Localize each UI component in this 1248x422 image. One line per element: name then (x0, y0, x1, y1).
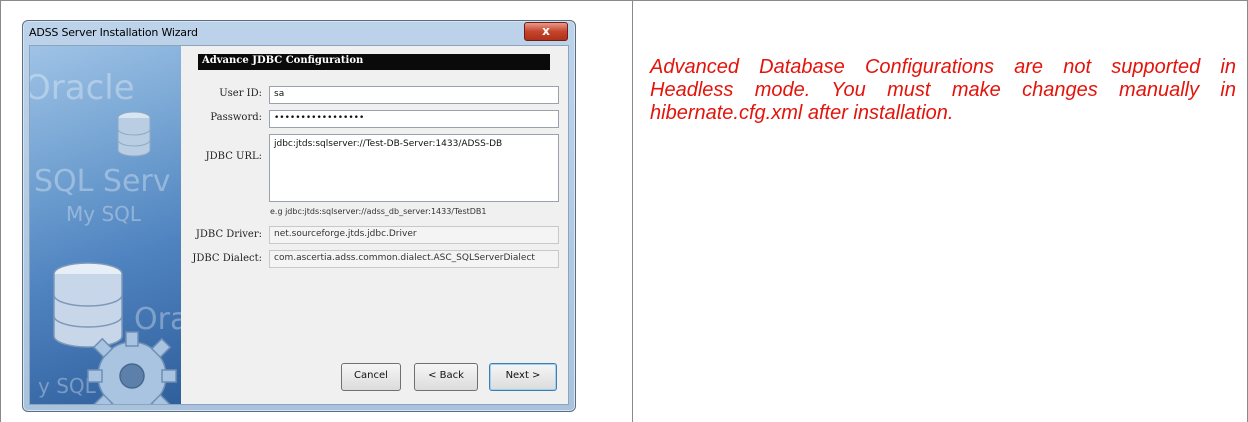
installer-window: ADSS Server Installation Wizard x Oracle… (22, 20, 576, 412)
table-column-divider (632, 0, 633, 422)
banner-watermark-sqlserver: SQL Serv (34, 164, 171, 199)
banner-watermark-mysql: My SQL (66, 202, 142, 226)
wizard-banner: Oracle SQL Serv My SQL Orac y SQL (30, 46, 181, 404)
close-icon: x (542, 24, 550, 38)
back-button[interactable]: < Back (414, 363, 478, 391)
jdbc-dialect-field: com.ascertia.adss.common.dialect.ASC_SQL… (269, 250, 559, 268)
wizard-content: Oracle SQL Serv My SQL Orac y SQL (29, 45, 569, 405)
next-button[interactable]: Next > (489, 363, 557, 391)
cancel-button[interactable]: Cancel (341, 363, 401, 391)
close-button[interactable]: x (524, 22, 568, 41)
title-bar: ADSS Server Installation Wizard x (23, 21, 575, 45)
section-heading: Advance JDBC Configuration (202, 55, 364, 66)
headless-mode-note: Advanced Database Configurations are not… (650, 56, 1236, 124)
jdbc-driver-field: net.sourceforge.jtds.jdbc.Driver (269, 226, 559, 244)
section-heading-bar: Advance JDBC Configuration (198, 54, 550, 70)
table-top-border (0, 0, 1248, 1)
banner-watermark-oracle: Oracle (30, 68, 135, 108)
gear-icon (87, 331, 177, 404)
jdbc-url-textarea[interactable]: jdbc:jtds:sqlserver://Test-DB-Server:143… (269, 134, 559, 202)
user-id-label: User ID: (219, 88, 262, 99)
user-id-input[interactable]: sa (269, 86, 559, 104)
password-input[interactable]: ••••••••••••••••• (269, 110, 559, 128)
database-icon (117, 111, 151, 157)
jdbc-url-label: JDBC URL: (205, 151, 262, 162)
jdbc-driver-label: JDBC Driver: (195, 229, 262, 240)
window-title: ADSS Server Installation Wizard (29, 26, 198, 39)
table-left-border (0, 0, 1, 422)
jdbc-dialect-label: JDBC Dialect: (192, 253, 262, 264)
jdbc-url-example-hint: e.g jdbc:jtds:sqlserver://adss_db_server… (270, 207, 487, 216)
password-label: Password: (210, 112, 262, 123)
